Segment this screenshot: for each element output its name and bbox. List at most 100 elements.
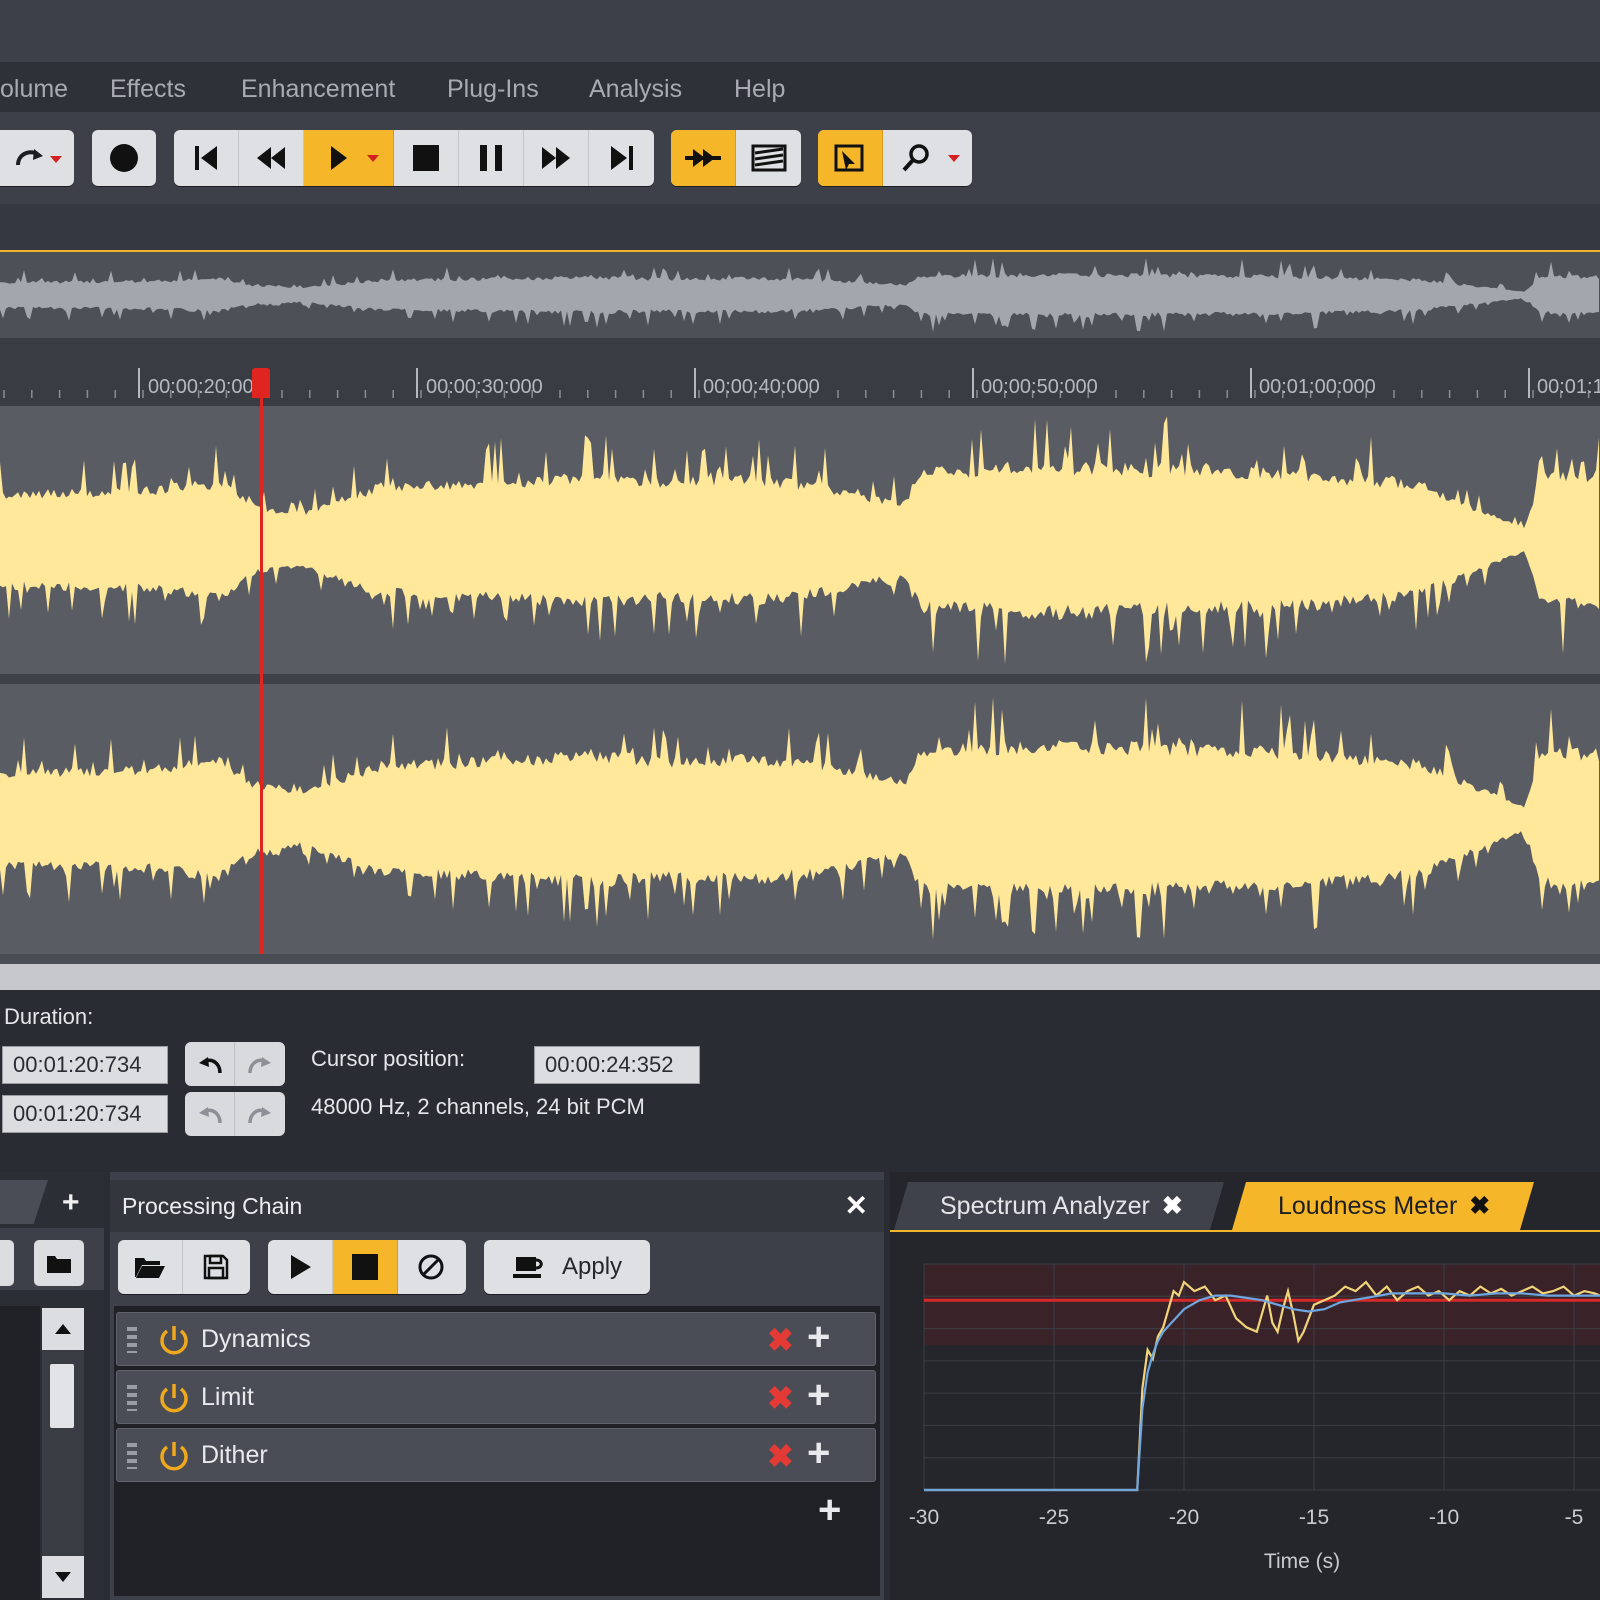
tool-group [818,130,972,186]
close-icon[interactable]: ✕ [845,1189,868,1222]
add-icon[interactable]: + [62,1186,80,1220]
chain-item-name: Dynamics [201,1325,311,1353]
apply-button[interactable]: Apply [484,1240,650,1294]
remove-icon[interactable]: ✖ [767,1379,794,1417]
remove-icon[interactable]: ✖ [767,1321,794,1359]
redo-button[interactable] [235,1092,285,1136]
close-tab-icon[interactable]: ✖ [1469,1191,1490,1221]
chain-preview-group [268,1240,466,1294]
menu-volume[interactable]: olume [0,75,68,104]
selection-tool-button[interactable] [818,130,883,186]
menu-analysis[interactable]: Analysis [589,75,682,104]
save-chain-button[interactable] [183,1240,248,1294]
chevron-down-icon[interactable] [948,155,960,162]
cut-mode-button[interactable] [671,130,736,186]
add-icon[interactable]: + [807,1373,830,1418]
play-button[interactable] [304,130,394,186]
tab-loudness-meter[interactable]: Loudness Meter ✖ [1232,1182,1534,1230]
open-chain-button[interactable] [118,1240,183,1294]
chain-item[interactable]: Dither ✖ + [116,1428,876,1482]
play-icon [291,1255,311,1279]
chevron-down-icon[interactable] [367,155,379,162]
go-to-end-button[interactable] [589,130,654,186]
power-icon[interactable] [157,1439,191,1473]
go-to-start-button[interactable] [174,130,239,186]
drag-handle-icon[interactable] [127,1443,137,1469]
redo-button[interactable] [235,1042,285,1086]
chain-item[interactable]: Dynamics ✖ + [116,1312,876,1366]
chain-item-name: Dither [201,1441,268,1469]
file-info-panel: Duration: 00:01:20:734 00:01:20:734 Curs… [0,990,1600,1172]
scroll-up-button[interactable] [42,1308,84,1350]
drag-handle-icon[interactable] [127,1385,137,1411]
stop-button[interactable] [394,130,459,186]
menu-help[interactable]: Help [734,75,785,104]
duration-field-secondary[interactable]: 00:01:20:734 [2,1095,168,1133]
cursor-position-field[interactable]: 00:00:24:352 [534,1046,700,1084]
preview-stop-button[interactable] [333,1240,398,1294]
close-tab-icon[interactable]: ✖ [1162,1191,1183,1221]
playhead-line [260,380,263,954]
preview-play-button[interactable] [268,1240,333,1294]
overview-waveform[interactable] [0,252,1600,338]
file-list[interactable] [0,1306,40,1600]
panel-tab[interactable] [0,1180,48,1224]
menu-plug-ins[interactable]: Plug-Ins [447,75,539,104]
play-icon [330,146,347,170]
undo-button[interactable] [185,1042,235,1086]
open-folder-icon [135,1258,165,1278]
waveform-shape [0,416,1599,664]
loudness-chart[interactable]: -30 -25 -20 -15 -10 -5 Time (s) [890,1234,1600,1600]
add-effect-icon[interactable]: + [818,1488,841,1533]
add-icon[interactable]: + [807,1315,830,1360]
pause-button[interactable] [459,130,524,186]
vertical-scrollbar[interactable] [42,1308,84,1598]
bypass-button[interactable] [398,1240,463,1294]
transport-toolbar [0,112,1600,204]
browser-back-button[interactable] [0,1240,14,1286]
scroll-track-edge [0,954,1600,964]
open-folder-button[interactable] [34,1240,84,1286]
chain-item-name: Limit [201,1383,254,1411]
redo-icon [16,149,43,166]
waveform-right-channel[interactable] [0,684,1600,954]
undo-button[interactable] [185,1092,235,1136]
apply-icon [513,1257,543,1278]
scroll-down-button[interactable] [42,1556,84,1598]
horizontal-scrollbar[interactable] [0,964,1600,990]
chain-item[interactable]: Limit ✖ + [116,1370,876,1424]
duration-field[interactable]: 00:01:20:734 [2,1046,168,1084]
add-icon[interactable]: + [807,1431,830,1476]
selection-icon [834,144,864,172]
chain-file-group [118,1240,250,1294]
apply-label: Apply [562,1253,623,1280]
ruler-label: 00:00:50:000 [981,376,1098,398]
x-tick-label: -30 [909,1506,939,1529]
channel-divider [0,674,1600,684]
waveform-left-channel[interactable] [0,406,1600,674]
track-header-strip [0,204,1600,252]
cursor-position-label: Cursor position: [311,1046,466,1071]
ruler-label: 00:00:30:000 [426,376,543,398]
waveform-fill [0,697,1599,940]
scroll-thumb[interactable] [50,1364,74,1428]
power-icon[interactable] [157,1323,191,1357]
time-ruler[interactable]: 00:00:20:000 00:00:30:000 00:00:40:000 0… [0,338,1600,406]
zoom-button[interactable] [883,130,972,186]
menu-enhancement[interactable]: Enhancement [241,75,395,104]
remove-icon[interactable]: ✖ [767,1437,794,1475]
redo-group [0,130,74,186]
file-browser-panel: + [0,1172,104,1600]
tab-spectrum-analyzer[interactable]: Spectrum Analyzer ✖ [894,1182,1224,1230]
spectral-display-button[interactable] [736,130,801,186]
menu-effects[interactable]: Effects [110,75,186,104]
record-button[interactable] [92,130,156,186]
scrub-icon [685,149,721,167]
chevron-down-icon[interactable] [50,156,62,163]
drag-handle-icon[interactable] [127,1327,137,1353]
redo-button[interactable] [0,130,74,186]
x-tick-label: -20 [1169,1506,1199,1529]
rewind-button[interactable] [239,130,304,186]
fast-forward-button[interactable] [524,130,589,186]
power-icon[interactable] [157,1381,191,1415]
